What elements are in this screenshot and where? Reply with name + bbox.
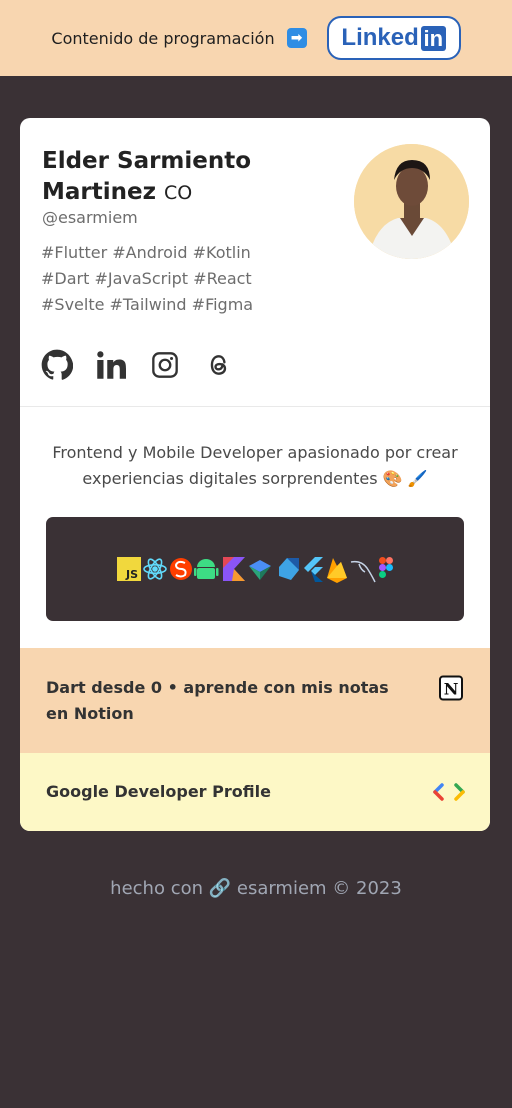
profile-card: Elder Sarmiento Martinez CO @esarmiem #F… <box>20 118 490 831</box>
android-icon <box>194 559 219 579</box>
google-developers-icon <box>432 783 466 805</box>
avatar <box>354 144 469 259</box>
mysql-icon <box>350 560 376 583</box>
instagram-icon[interactable] <box>148 348 182 382</box>
country-code: CO <box>164 182 193 204</box>
linkedin-icon[interactable] <box>94 348 128 382</box>
flutter-icon <box>304 557 323 582</box>
svg-text:N: N <box>444 680 459 699</box>
svelte-icon <box>170 558 192 580</box>
notion-link[interactable]: Dart desde 0 • aprende con mis notas en … <box>20 648 490 753</box>
firebase-icon <box>327 558 347 583</box>
social-links <box>40 348 236 382</box>
kotlin-icon <box>223 557 245 581</box>
tags-line: #Flutter #Android #Kotlin <box>41 243 251 262</box>
notion-icon: N <box>438 675 464 705</box>
tech-stack-box: JS <box>46 517 464 621</box>
react-icon <box>143 558 167 580</box>
footer-text: hecho con 🔗 esarmiem © 2023 <box>110 878 402 899</box>
jetpack-compose-icon <box>249 560 271 580</box>
github-icon[interactable] <box>40 348 74 382</box>
linkedin-button[interactable]: Linked in <box>326 16 461 60</box>
tags-line: #Dart #JavaScript #React <box>41 269 252 288</box>
profile-tags: #Flutter #Android #Kotlin #Dart #JavaScr… <box>41 240 291 318</box>
google-developer-profile-link[interactable]: Google Developer Profile <box>20 753 490 831</box>
top-banner: Contenido de programación ➡ Linked in <box>0 0 512 76</box>
gdp-link-label: Google Developer Profile <box>46 782 271 801</box>
threads-icon[interactable] <box>202 348 236 382</box>
tech-icons-row: JS <box>117 557 393 583</box>
figma-icon <box>379 557 393 578</box>
javascript-icon: JS <box>117 557 141 581</box>
profile-name: Elder Sarmiento Martinez CO <box>42 146 342 209</box>
topbar-text: Contenido de programación <box>51 28 275 48</box>
right-arrow-icon: ➡ <box>286 28 307 48</box>
notion-link-label: Dart desde 0 • aprende con mis notas en … <box>46 678 389 723</box>
dart-icon <box>279 558 299 580</box>
linkedin-word: Linked <box>341 24 419 51</box>
profile-handle: @esarmiem <box>42 208 138 227</box>
linkedin-in-box: in <box>420 25 446 51</box>
bio-text: Frontend y Mobile Developer apasionado p… <box>52 443 458 488</box>
js-label: JS <box>125 568 138 581</box>
profile-section: Elder Sarmiento Martinez CO @esarmiem #F… <box>20 118 490 407</box>
tags-line: #Svelte #Tailwind #Figma <box>41 295 254 314</box>
profile-name-text: Elder Sarmiento Martinez <box>42 148 252 205</box>
